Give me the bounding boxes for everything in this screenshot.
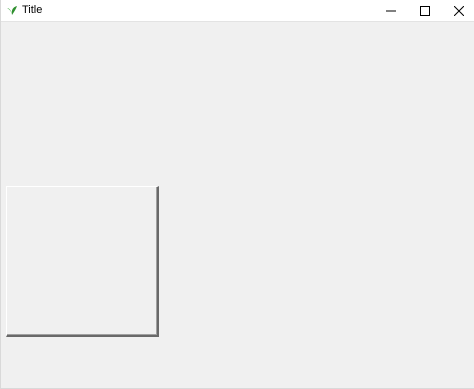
minimize-button[interactable]	[374, 0, 408, 22]
close-button[interactable]	[442, 0, 474, 22]
title-bar[interactable]: Title	[1, 0, 474, 22]
leaf-icon	[6, 4, 18, 16]
app-window: Title	[0, 0, 474, 389]
close-icon	[454, 6, 464, 16]
client-area	[2, 22, 474, 388]
maximize-icon	[420, 6, 430, 16]
window-title: Title	[22, 4, 43, 16]
raised-frame	[6, 186, 159, 337]
maximize-button[interactable]	[408, 0, 442, 22]
minimize-icon	[386, 10, 396, 12]
